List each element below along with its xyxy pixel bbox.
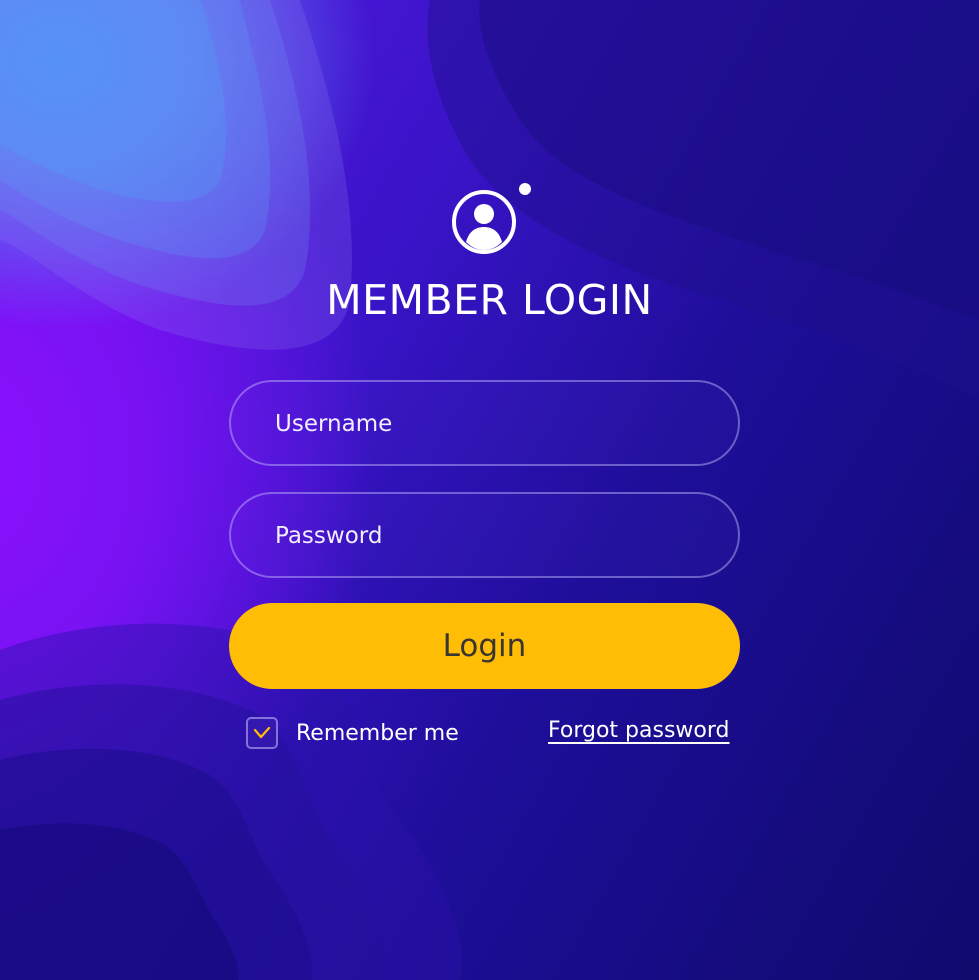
username-field[interactable]	[229, 380, 740, 466]
forgot-password-link[interactable]: Forgot password	[548, 718, 729, 743]
username-input[interactable]	[273, 382, 697, 466]
remember-me-checkbox[interactable]	[246, 717, 278, 749]
user-circle-icon	[452, 190, 516, 254]
remember-me-toggle[interactable]: Remember me	[246, 716, 459, 750]
login-content: MEMBER LOGIN Login Remember me Forgot pa…	[0, 0, 979, 980]
checkmark-icon	[253, 726, 271, 739]
page-title: MEMBER LOGIN	[326, 276, 653, 324]
remember-me-label: Remember me	[296, 720, 459, 746]
password-field[interactable]	[229, 492, 740, 578]
login-button[interactable]: Login	[229, 603, 740, 689]
notification-dot-icon	[519, 183, 531, 195]
login-screen: MEMBER LOGIN Login Remember me Forgot pa…	[0, 0, 979, 980]
password-input[interactable]	[273, 494, 697, 578]
